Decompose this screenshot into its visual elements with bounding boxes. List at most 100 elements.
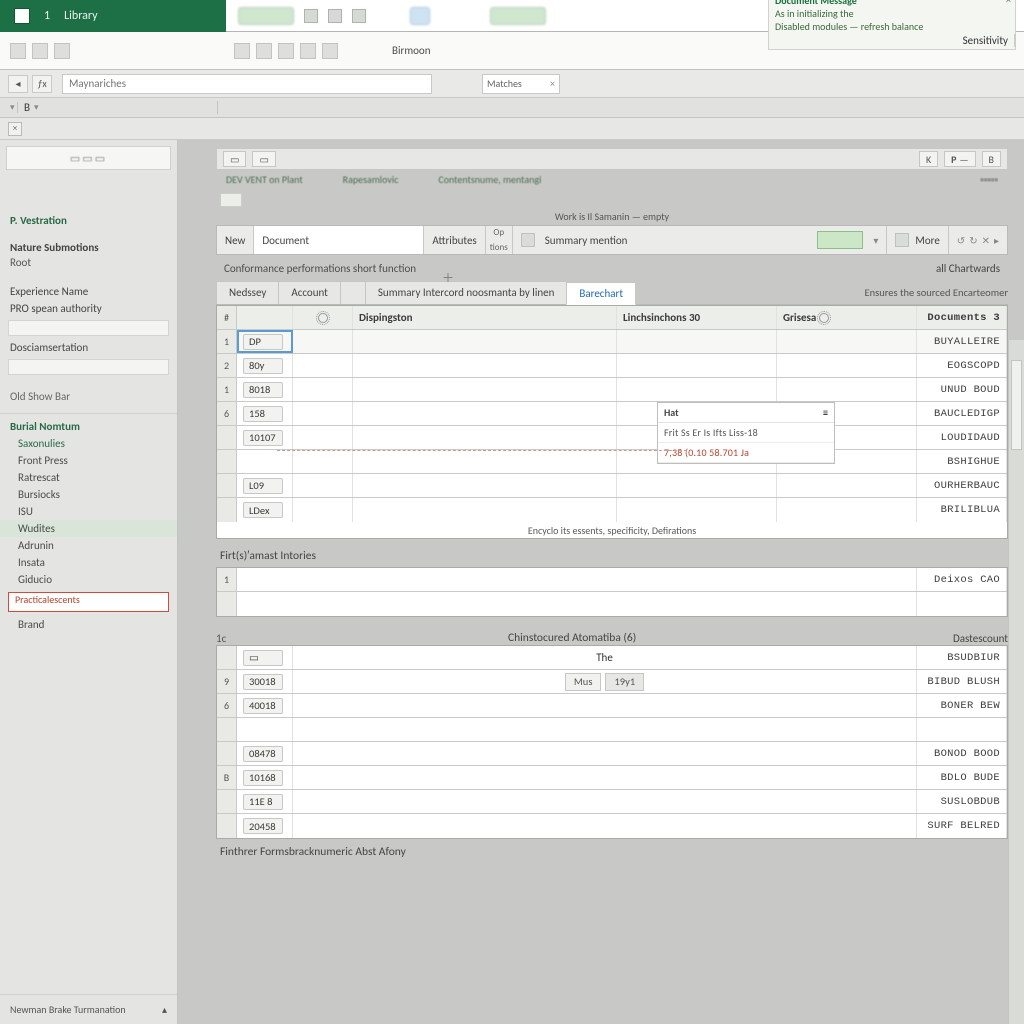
tab[interactable]: Summary Intercord noosmanta by linen (365, 281, 568, 304)
tab[interactable] (340, 281, 366, 304)
row-header[interactable]: 1 (217, 378, 237, 401)
sensitivity-label[interactable]: Sensitivity (963, 34, 1016, 47)
namebox-back-button[interactable]: ◂ (8, 75, 28, 93)
toolbar-button[interactable]: B (982, 151, 1001, 167)
fx-button[interactable]: ƒx (32, 75, 52, 93)
sidebar-item[interactable]: Insata (0, 554, 177, 571)
cell[interactable] (293, 814, 917, 838)
sidebar-item[interactable]: Saxonulies (0, 435, 177, 452)
cell[interactable] (353, 354, 617, 377)
redo-icon[interactable]: ↻ (969, 234, 977, 247)
sidebar-item[interactable]: Wudites (0, 520, 177, 537)
ribbon-icon[interactable] (352, 9, 366, 23)
cell[interactable]: EOGSCOPD (917, 354, 1007, 377)
cell[interactable] (293, 790, 917, 813)
cell[interactable]: BONOD BOOD (917, 742, 1007, 765)
row-header[interactable]: 6 (217, 402, 237, 425)
cell[interactable] (617, 354, 777, 377)
cell[interactable] (353, 402, 617, 425)
close-icon[interactable]: × (1006, 0, 1011, 6)
ribbon-tab-library[interactable]: Library (64, 9, 97, 23)
ribbon-icon[interactable] (300, 43, 316, 59)
col-header[interactable]: Dispingston (353, 306, 617, 329)
row-header[interactable]: 1 (217, 568, 237, 591)
vertical-scrollbar[interactable] (1008, 340, 1024, 1024)
cell[interactable] (293, 718, 917, 741)
cell[interactable] (293, 450, 353, 473)
cell[interactable] (293, 694, 917, 717)
cell[interactable] (917, 718, 1007, 741)
row-header[interactable] (217, 450, 237, 473)
cell[interactable]: BSHIGHUE (917, 450, 1007, 473)
cell[interactable]: Mus 19y1 (293, 670, 917, 693)
cell[interactable] (617, 474, 777, 497)
sidebar-item[interactable]: Giducio (0, 571, 177, 588)
cell[interactable] (353, 426, 617, 449)
caption-icons[interactable]: ▫▫▫▫▫ (980, 173, 998, 186)
col-header[interactable]: Linchsinchons 30 (617, 306, 777, 329)
cell[interactable] (353, 450, 617, 473)
cell[interactable]: DP (237, 330, 293, 353)
ribbon-group-blurred[interactable] (490, 7, 546, 25)
close-icon[interactable]: × (8, 122, 22, 136)
tab[interactable]: Account (278, 281, 341, 304)
lookup-clear-icon[interactable]: × (550, 77, 555, 90)
ribbon-icon[interactable] (304, 9, 318, 23)
select-all-corner[interactable] (0, 102, 18, 113)
ribbon-icon[interactable] (410, 7, 430, 25)
cell[interactable]: L09 (237, 474, 293, 497)
undo-icon[interactable]: ↺ (957, 234, 965, 247)
row-header[interactable]: 6 (217, 694, 237, 717)
col-header-gear[interactable] (293, 306, 353, 329)
cell[interactable]: 20458 (237, 814, 293, 838)
cell[interactable]: 40018 (237, 694, 293, 717)
lookup-box[interactable]: Matches × (482, 74, 560, 94)
formula-input[interactable] (62, 74, 432, 94)
cell[interactable] (777, 378, 917, 401)
row-header[interactable] (217, 646, 237, 669)
tab[interactable]: Nedssey (216, 281, 279, 304)
row-header[interactable]: 9 (217, 670, 237, 693)
sidebar-item[interactable]: ISU (0, 503, 177, 520)
chevron-down-icon[interactable]: ▾ (873, 234, 878, 247)
ribbon-icon[interactable] (256, 43, 272, 59)
col-header[interactable] (237, 306, 293, 329)
toolbar-button[interactable]: ▭ (252, 151, 275, 167)
cell[interactable]: BAUCLEDIGP (917, 402, 1007, 425)
sidebar-alert-item[interactable]: Practicalescents (8, 592, 169, 612)
doc-options-button[interactable]: Options (486, 226, 513, 254)
col-header[interactable]: Grisesa (777, 306, 917, 329)
cell[interactable]: SURF BELRED (917, 814, 1007, 838)
cell[interactable] (353, 330, 617, 353)
toolbar-button[interactable]: K (919, 151, 938, 167)
cell[interactable] (353, 498, 617, 522)
dropdown[interactable]: 19y1 (605, 673, 644, 691)
cell[interactable] (293, 354, 353, 377)
cell[interactable]: UNUD BOUD (917, 378, 1007, 401)
cell[interactable] (293, 498, 353, 522)
sidebar-item[interactable]: Ratrescat (0, 469, 177, 486)
cell[interactable]: LOUDIDAUD (917, 426, 1007, 449)
app-icon[interactable] (14, 8, 30, 24)
sidebar-button[interactable] (8, 359, 169, 375)
ribbon-group-blurred[interactable] (238, 7, 294, 25)
cell[interactable]: 158 (237, 402, 293, 425)
cell[interactable] (237, 450, 293, 473)
cell[interactable] (293, 474, 353, 497)
sidebar-chip[interactable]: ▭▭▭ (6, 146, 171, 170)
row-header[interactable] (217, 718, 237, 741)
cell[interactable]: Deixos CAO (917, 568, 1007, 591)
cell[interactable] (293, 766, 917, 789)
popover-menu-icon[interactable]: ≡ (823, 406, 828, 419)
cell[interactable] (293, 378, 353, 401)
cell[interactable] (917, 592, 1007, 616)
doc-new-button[interactable]: New (217, 226, 254, 254)
row-header[interactable]: # (217, 306, 237, 329)
row-header[interactable] (217, 498, 237, 522)
row-header[interactable] (217, 814, 237, 838)
doc-more-button[interactable]: More (887, 226, 948, 254)
row-header[interactable] (217, 426, 237, 449)
ribbon-icon[interactable] (54, 43, 70, 59)
doc-document-button[interactable]: Document (254, 226, 424, 254)
sidebar-item[interactable]: Brand (0, 616, 177, 633)
